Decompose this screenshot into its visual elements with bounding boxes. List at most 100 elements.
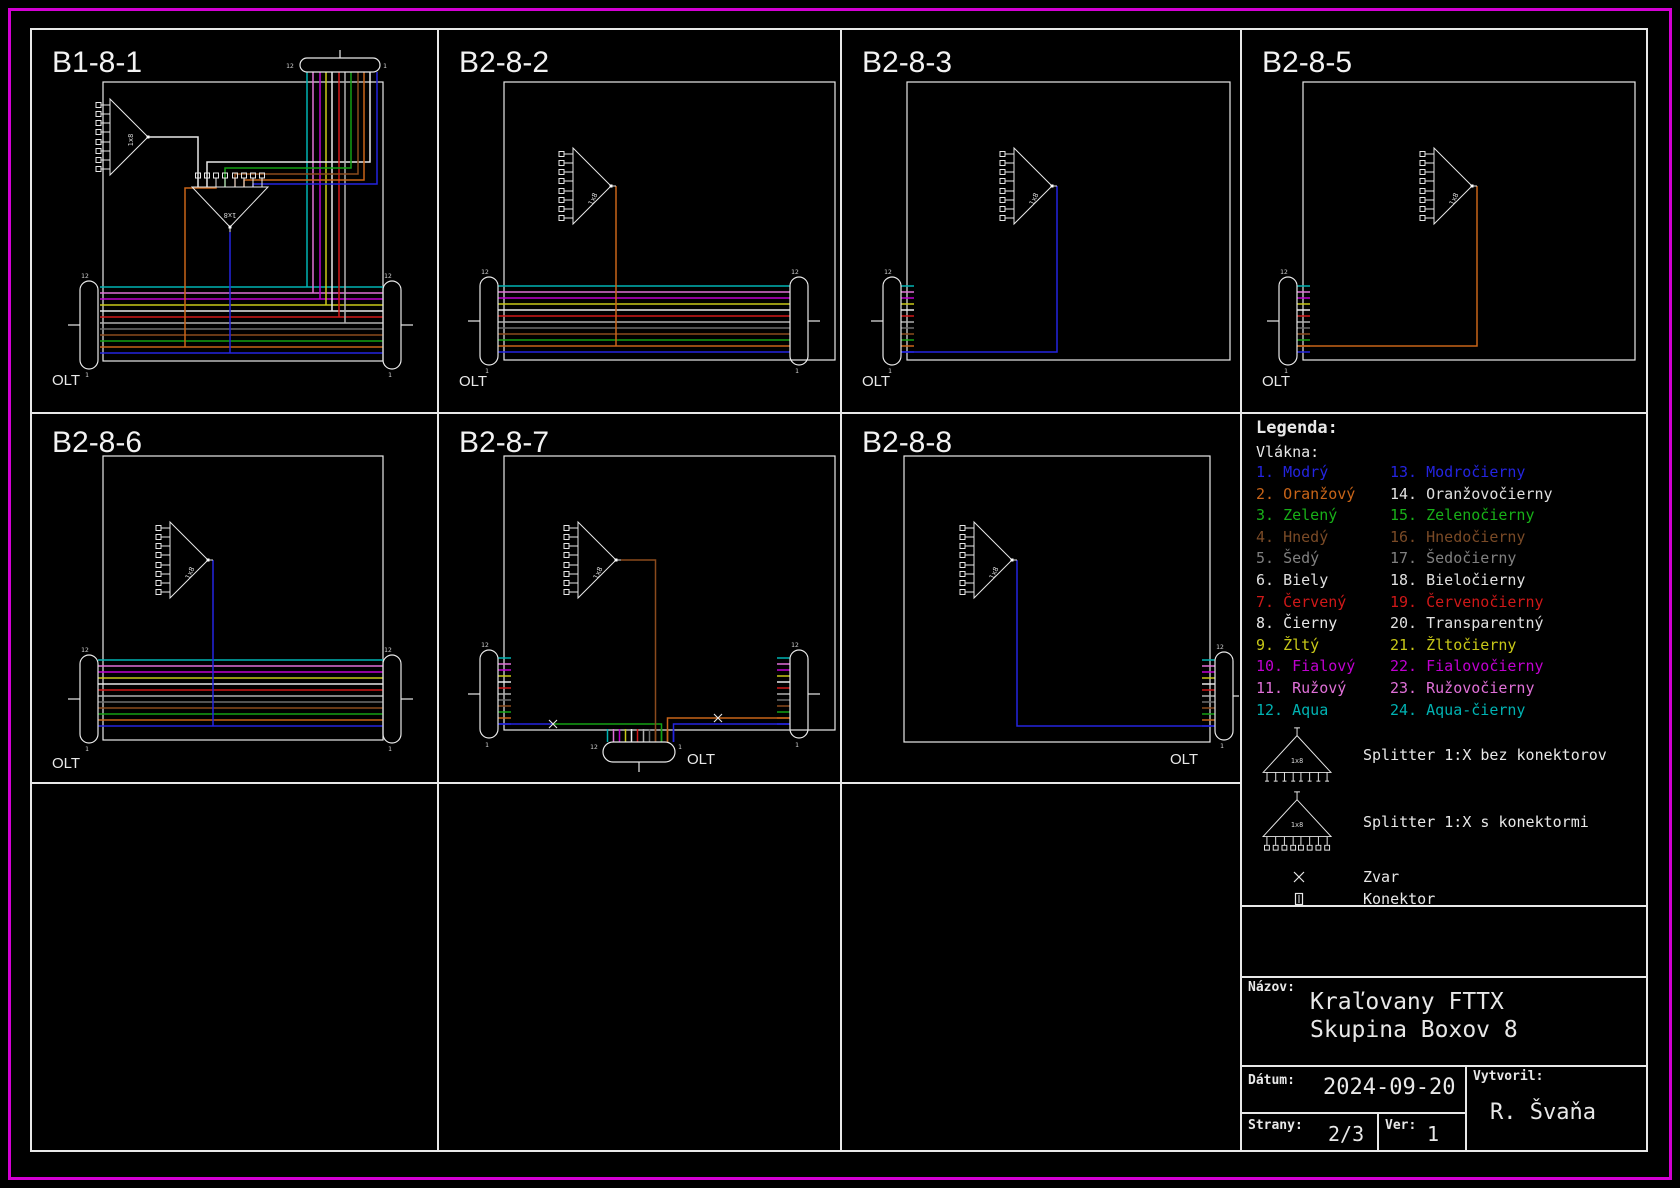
legend-fiber-item: 10. Fialový (1256, 657, 1390, 679)
cable-num: 12 (81, 272, 89, 280)
legend-fiber-item: 17. Šedočierny (1390, 549, 1648, 571)
cable-num: 1 (85, 371, 89, 379)
legend-title: Legenda: (1256, 418, 1648, 438)
titleblock-vytvoril-box: Vytvoril: R. Švaňa (1465, 1065, 1648, 1152)
cable-num: 1 (795, 741, 799, 749)
panel-title: B2-8-8 (862, 426, 952, 459)
splitter-label: 1x8 (587, 192, 600, 207)
nazov-line2: Skupina Boxov 8 (1310, 1016, 1518, 1044)
cable-pills (871, 277, 901, 365)
connector-icon (1293, 892, 1305, 906)
panel-b1-8-1: B1-8-1 1x8 1x8 12 1 12 1 12 (30, 28, 437, 412)
splitter-label: 1x8 (184, 566, 197, 581)
box-outline (504, 456, 835, 730)
splitter-no-connectors-icon: 1x8 (1256, 724, 1341, 786)
splitter-label: 1x8 (592, 566, 605, 581)
cable-num: 12 (791, 641, 799, 649)
panel-title: B1-8-1 (52, 46, 142, 79)
splice-icon (1293, 871, 1305, 883)
legend-fiber-item: 23. Ružovočierny (1390, 679, 1648, 701)
fiber-lines (100, 72, 383, 353)
legend-fiber-list: 1. Modrý2. Oranžový3. Zelený4. Hnedý5. Š… (1256, 463, 1648, 722)
ver-label: Ver: (1385, 1118, 1416, 1133)
legend-fiber-item: 20. Transparentný (1390, 614, 1648, 636)
cable-num: 12 (481, 268, 489, 276)
strany-value: 2/3 (1328, 1122, 1364, 1146)
legend-fiber-item: 9. Žltý (1256, 636, 1390, 658)
fiber-stubs (777, 658, 790, 724)
legend-fiber-item: 15. Zelenočierny (1390, 506, 1648, 528)
splitter-label: 1x8 (1028, 192, 1041, 207)
vytvoril-value: R. Švaňa (1490, 1100, 1596, 1125)
cable-num: 1 (383, 62, 387, 70)
titleblock-nazov-box: Názov: Kraľovany FTTX Skupina Boxov 8 (1240, 976, 1648, 1065)
cable-num: 12 (81, 646, 89, 654)
datum-value: 2024-09-20 (1323, 1075, 1455, 1100)
legend-splitter-no-conn: 1x8 Splitter 1:X bez konektorov (1256, 724, 1648, 786)
cable-num: 12 (384, 272, 392, 280)
cable-num: 12 (384, 646, 392, 654)
olt-label: OLT (687, 751, 715, 768)
cable-pills (1267, 277, 1297, 365)
fiber-lines (98, 560, 383, 726)
panel-title: B2-8-5 (1262, 46, 1352, 79)
legend-fiber-item: 19. Červenočierny (1390, 593, 1648, 615)
splitter-icon (559, 148, 616, 224)
svg-text:1x8: 1x8 (1291, 821, 1303, 829)
drawing-sheet: B1-8-1 1x8 1x8 12 1 12 1 12 (0, 0, 1680, 1188)
legend-fiber-item: 1. Modrý (1256, 463, 1390, 485)
cable-num: 1 (388, 371, 392, 379)
fiber-stubs (608, 729, 674, 742)
fiber-lines (498, 186, 790, 352)
legend-fiber-item: 13. Modročierny (1390, 463, 1648, 485)
grid-line (30, 782, 1242, 784)
legend-zvar: Zvar (1256, 866, 1648, 888)
svg-text:1x8: 1x8 (1291, 757, 1303, 765)
olt-label: OLT (1170, 751, 1198, 768)
nazov-label: Názov: (1248, 980, 1295, 995)
nazov-value: Kraľovany FTTX Skupina Boxov 8 (1310, 988, 1518, 1044)
legend-fiber-item: 8. Čierny (1256, 614, 1390, 636)
cable-num: 12 (590, 743, 598, 751)
legend-fiber-item: 7. Červený (1256, 593, 1390, 615)
fiber-lines (1017, 560, 1215, 726)
fiber-stubs (1202, 660, 1215, 726)
ver-value: 1 (1427, 1122, 1439, 1146)
cable-num: 12 (791, 268, 799, 276)
splitter-label: 1x8 (224, 211, 237, 219)
panel-title: B2-8-6 (52, 426, 142, 459)
splitter-connectors-icon: 1x8 (1256, 788, 1341, 856)
cable-num: 12 (884, 268, 892, 276)
cable-num: 12 (1280, 268, 1288, 276)
cable-num: 1 (678, 743, 682, 751)
splitter-icon (96, 99, 153, 175)
cable-num: 1 (388, 745, 392, 753)
olt-label: OLT (862, 373, 890, 390)
legend-konektor: Konektor (1256, 888, 1648, 910)
fiber-lines (901, 186, 1057, 352)
legend-fiber-item: 3. Zelený (1256, 506, 1390, 528)
legend-fiber-item: 22. Fialovočierny (1390, 657, 1648, 679)
splitter-icon (1420, 148, 1477, 224)
olt-label: OLT (459, 373, 487, 390)
panel-b2-8-8: B2-8-8 1x8 12 1 OLT (840, 412, 1240, 782)
titleblock-strany-box: Strany: 2/3 (1240, 1112, 1377, 1152)
splitter-icon (192, 173, 268, 232)
fiber-lines (498, 560, 790, 742)
legend-subtitle: Vlákna: (1256, 443, 1648, 461)
cable-num: 12 (1216, 643, 1224, 651)
strany-label: Strany: (1248, 1118, 1303, 1133)
box-outline (1303, 82, 1635, 360)
legend-fiber-item: 18. Bieločierny (1390, 571, 1648, 593)
cable-num: 1 (1220, 742, 1224, 750)
splitter-icon (564, 522, 621, 598)
panel-b2-8-3: B2-8-3 1x8 12 1 OLT (840, 28, 1240, 412)
cable-num: 1 (85, 745, 89, 753)
olt-label: OLT (1262, 373, 1290, 390)
olt-label: OLT (52, 372, 80, 389)
cable-num: 12 (286, 62, 294, 70)
box-outline (103, 82, 383, 361)
splitter-label: 1x8 (988, 566, 1001, 581)
legend-fiber-item: 4. Hnedý (1256, 528, 1390, 550)
legend-fiber-item: 16. Hnedočierny (1390, 528, 1648, 550)
